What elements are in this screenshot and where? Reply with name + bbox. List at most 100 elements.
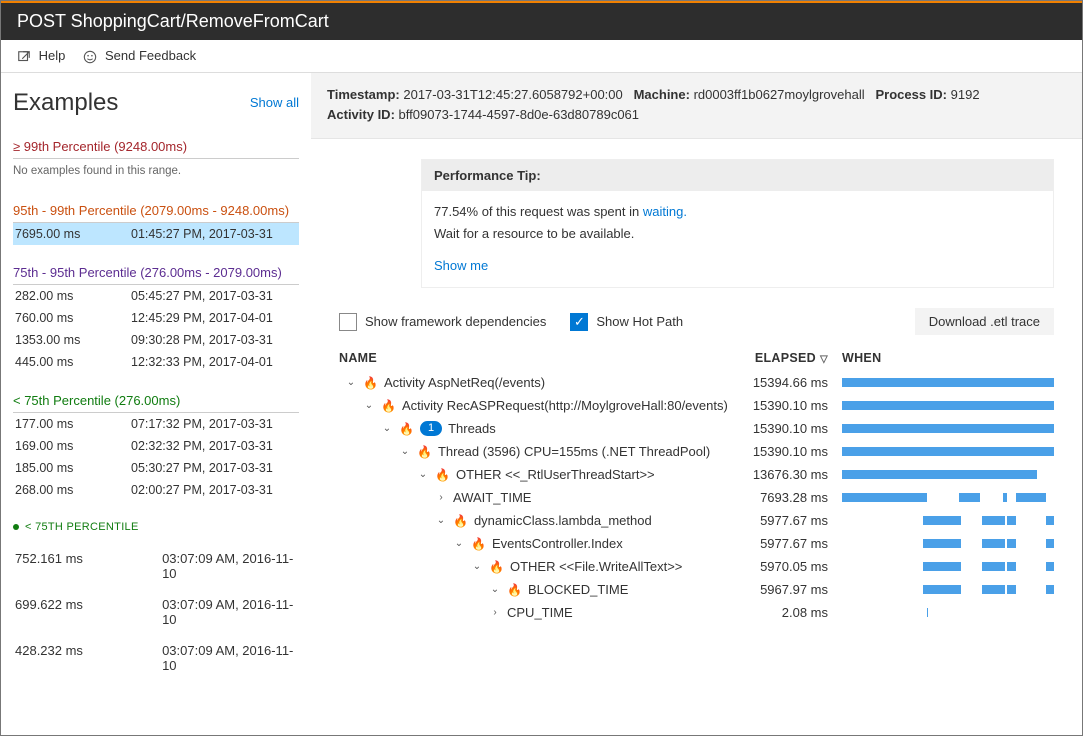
col-elapsed-header[interactable]: ELAPSED▽ xyxy=(734,351,834,365)
percentile-header[interactable]: 95th - 99th Percentile (2079.00ms - 9248… xyxy=(13,199,299,223)
example-row[interactable]: 7695.00 ms01:45:27 PM, 2017-03-31 xyxy=(13,223,299,245)
chevron-down-icon[interactable]: ⌄ xyxy=(435,515,447,526)
call-name: Thread (3596) CPU=155ms (.NET ThreadPool… xyxy=(438,444,710,459)
chevron-down-icon[interactable]: ⌄ xyxy=(489,584,501,595)
chevron-right-icon[interactable]: › xyxy=(489,607,501,618)
elapsed-value: 5970.05 ms xyxy=(734,559,834,574)
when-bars xyxy=(834,447,1054,456)
show-me-link[interactable]: Show me xyxy=(434,258,488,273)
examples-sidebar: Examples Show all ≥ 99th Percentile (924… xyxy=(1,73,311,725)
call-name: AWAIT_TIME xyxy=(453,490,531,505)
call-tree-row[interactable]: › AWAIT_TIME 7693.28 ms xyxy=(339,486,1054,509)
when-bars xyxy=(834,378,1054,387)
call-name: Activity AspNetReq(/events) xyxy=(384,375,545,390)
example-row[interactable]: 760.00 ms12:45:29 PM, 2017-04-01 xyxy=(13,307,299,329)
elapsed-value: 5977.67 ms xyxy=(734,513,834,528)
call-name: OTHER <<File.WriteAllText>> xyxy=(510,559,682,574)
call-tree-row[interactable]: ⌄ 🔥 OTHER <<_RtlUserThreadStart>> 13676.30 … xyxy=(339,463,1054,486)
elapsed-value: 15390.10 ms xyxy=(734,444,834,459)
when-bars xyxy=(834,539,1054,548)
feedback-link[interactable]: Send Feedback xyxy=(83,48,196,64)
call-tree-row[interactable]: ⌄🔥dynamicClass.lambda_method5977.67 ms xyxy=(339,509,1054,532)
call-tree-row[interactable]: ⌄ 🔥 1 Threads 15390.10 ms xyxy=(339,417,1054,440)
col-name-header[interactable]: NAME xyxy=(339,351,734,365)
chevron-down-icon[interactable]: ⌄ xyxy=(471,561,483,572)
no-examples-text: No examples found in this range. xyxy=(13,159,299,183)
when-bars xyxy=(834,585,1054,594)
flame-icon: 🔥 xyxy=(507,583,522,597)
controls-row: Show framework dependencies ✓ Show Hot P… xyxy=(311,288,1082,345)
checkbox-unchecked-icon[interactable] xyxy=(339,313,357,331)
chevron-down-icon[interactable]: ⌄ xyxy=(453,538,465,549)
call-tree-row[interactable]: ⌄ 🔥 Activity RecASPRequest(http://Moylgrov… xyxy=(339,394,1054,417)
framework-checkbox-row[interactable]: Show framework dependencies xyxy=(339,313,546,331)
flame-icon: 🔥 xyxy=(381,399,396,413)
flame-icon: 🔥 xyxy=(489,560,504,574)
chevron-down-icon[interactable]: ⌄ xyxy=(381,423,393,434)
flame-icon: 🔥 xyxy=(417,445,432,459)
metadata-bar: Timestamp: 2017-03-31T12:45:27.6058792+0… xyxy=(311,73,1082,140)
call-name: CPU_TIME xyxy=(507,605,573,620)
elapsed-value: 2.08 ms xyxy=(734,605,834,620)
percentile-header[interactable]: 75th - 95th Percentile (276.00ms - 2079.… xyxy=(13,261,299,285)
call-tree-row[interactable]: ⌄🔥EventsController.Index5977.67 ms xyxy=(339,532,1054,555)
percentile-header[interactable]: ≥ 99th Percentile (9248.00ms) xyxy=(13,135,299,159)
when-bars xyxy=(834,424,1054,433)
show-all-link[interactable]: Show all xyxy=(250,95,299,110)
download-etl-button[interactable]: Download .etl trace xyxy=(915,308,1054,335)
example-row[interactable]: 752.161 ms03:07:09 AM, 2016-11-10 xyxy=(13,543,299,589)
waiting-link[interactable]: waiting. xyxy=(643,204,687,219)
toolbar: Help Send Feedback xyxy=(1,40,1082,73)
chevron-down-icon[interactable]: ⌄ xyxy=(345,377,357,388)
call-tree-row[interactable]: ⌄🔥Activity AspNetReq(/events)15394.66 ms xyxy=(339,371,1054,394)
chevron-down-icon[interactable]: ⌄ xyxy=(417,469,429,480)
percentile-header[interactable]: < 75th Percentile (276.00ms) xyxy=(13,389,299,413)
checkbox-checked-icon[interactable]: ✓ xyxy=(570,313,588,331)
flame-icon: 🔥 xyxy=(435,468,450,482)
chevron-right-icon[interactable]: › xyxy=(435,492,447,503)
call-name: EventsController.Index xyxy=(492,536,623,551)
chevron-down-icon[interactable]: ⌄ xyxy=(363,400,375,411)
examples-heading: Examples xyxy=(13,89,118,117)
elapsed-value: 15390.10 ms xyxy=(734,421,834,436)
example-row[interactable]: 282.00 ms05:45:27 PM, 2017-03-31 xyxy=(13,285,299,307)
chevron-down-icon[interactable]: ⌄ xyxy=(399,446,411,457)
elapsed-value: 7693.28 ms xyxy=(734,490,834,505)
count-badge: 1 xyxy=(420,421,442,436)
call-name: OTHER <<_RtlUserThreadStart>> xyxy=(456,467,655,482)
call-tree-row[interactable]: ⌄ 🔥 OTHER <<File.WriteAllText>> 5970.05 ms xyxy=(339,555,1054,578)
when-bars xyxy=(834,493,1054,502)
main-panel: Timestamp: 2017-03-31T12:45:27.6058792+0… xyxy=(311,73,1082,725)
example-row[interactable]: 185.00 ms05:30:27 PM, 2017-03-31 xyxy=(13,457,299,479)
call-tree-row[interactable]: ⌄ 🔥 Thread (3596) CPU=155ms (.NET ThreadPo… xyxy=(339,440,1054,463)
performance-tip: Performance Tip: 77.54% of this request … xyxy=(421,159,1054,288)
example-row[interactable]: 268.00 ms02:00:27 PM, 2017-03-31 xyxy=(13,479,299,501)
flame-icon: 🔥 xyxy=(453,514,468,528)
sort-desc-icon: ▽ xyxy=(820,354,828,365)
col-when-header[interactable]: WHEN xyxy=(834,351,1054,365)
elapsed-value: 13676.30 ms xyxy=(734,467,834,482)
call-tree-row[interactable]: ⌄🔥BLOCKED_TIME5967.97 ms xyxy=(339,578,1054,601)
elapsed-value: 15394.66 ms xyxy=(734,375,834,390)
example-row[interactable]: 177.00 ms07:17:32 PM, 2017-03-31 xyxy=(13,413,299,435)
percentile-bullet: < 75TH PERCENTILE xyxy=(13,519,299,535)
external-link-icon xyxy=(17,50,31,64)
example-row[interactable]: 699.622 ms03:07:09 AM, 2016-11-10 xyxy=(13,589,299,635)
example-row[interactable]: 169.00 ms02:32:32 PM, 2017-03-31 xyxy=(13,435,299,457)
elapsed-value: 15390.10 ms xyxy=(734,398,834,413)
call-name: Threads xyxy=(448,421,496,436)
hotpath-checkbox-row[interactable]: ✓ Show Hot Path xyxy=(570,313,683,331)
call-name: Activity RecASPRequest(http://MoylgroveH… xyxy=(402,398,728,413)
smiley-icon xyxy=(83,50,97,64)
elapsed-value: 5977.67 ms xyxy=(734,536,834,551)
dot-icon xyxy=(13,524,19,530)
help-link[interactable]: Help xyxy=(17,48,65,64)
elapsed-value: 5967.97 ms xyxy=(734,582,834,597)
call-tree-row[interactable]: › CPU_TIME 2.08 ms xyxy=(339,601,1054,624)
when-bars xyxy=(834,608,1054,617)
when-bars xyxy=(834,470,1054,479)
example-row[interactable]: 1353.00 ms09:30:28 PM, 2017-03-31 xyxy=(13,329,299,351)
example-row[interactable]: 428.232 ms03:07:09 AM, 2016-11-10 xyxy=(13,635,299,681)
flame-icon: 🔥 xyxy=(399,422,414,436)
example-row[interactable]: 445.00 ms12:32:33 PM, 2017-04-01 xyxy=(13,351,299,373)
